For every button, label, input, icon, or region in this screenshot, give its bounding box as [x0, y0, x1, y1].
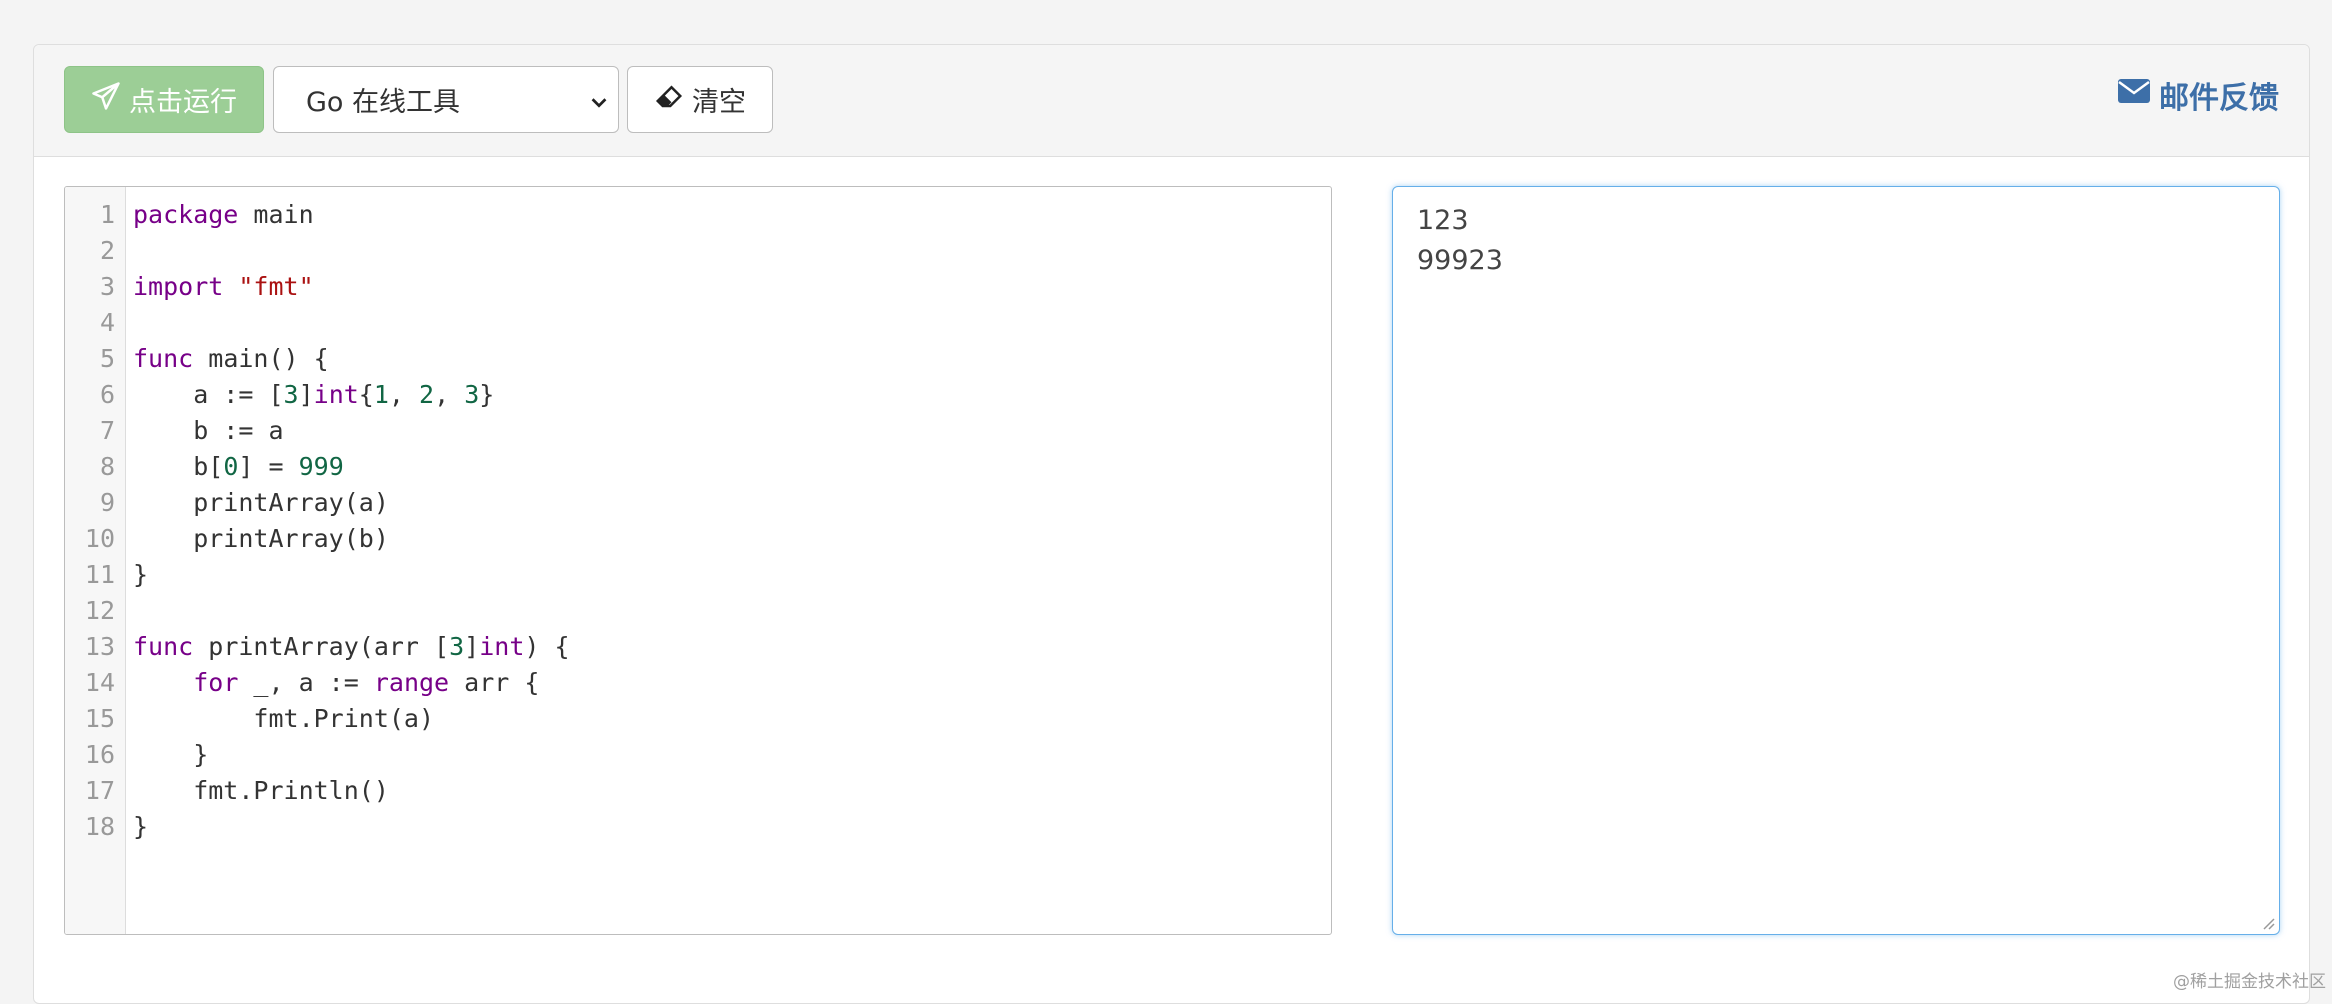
line-number: 5: [65, 341, 115, 377]
line-number: 17: [65, 773, 115, 809]
code-text: b[0] = 999: [133, 449, 344, 485]
code-line: 15 fmt.Print(a): [65, 701, 1331, 737]
envelope-icon: [2117, 76, 2151, 114]
code-line: 8 b[0] = 999: [65, 449, 1331, 485]
line-number: 6: [65, 377, 115, 413]
code-text: b := a: [133, 413, 284, 449]
code-text: package main: [133, 197, 314, 233]
output-line: 123: [1417, 201, 2255, 241]
code-line: 17 fmt.Println(): [65, 773, 1331, 809]
code-line: 11}: [65, 557, 1331, 593]
code-line: 3 import "fmt": [65, 269, 1331, 305]
line-number: 12: [65, 593, 115, 629]
code-line: 16 }: [65, 737, 1331, 773]
line-number: 2: [65, 233, 115, 269]
paper-plane-icon: [91, 81, 121, 118]
output-textarea[interactable]: 123 99923: [1392, 186, 2280, 935]
output-line: 99923: [1417, 241, 2255, 281]
code-line: 2: [65, 233, 1331, 269]
code-line: 4: [65, 305, 1331, 341]
line-number: 7: [65, 413, 115, 449]
code-line: 18}: [65, 809, 1331, 845]
code-line: 1 package main: [65, 197, 1331, 233]
line-number: 15: [65, 701, 115, 737]
line-number: 8: [65, 449, 115, 485]
line-number: 4: [65, 305, 115, 341]
clear-button[interactable]: 清空: [627, 66, 773, 133]
code-line: 12: [65, 593, 1331, 629]
run-button-label: 点击运行: [129, 80, 237, 119]
code-line: 10 printArray(b): [65, 521, 1331, 557]
language-select[interactable]: Go 在线工具: [273, 66, 619, 133]
line-number: 11: [65, 557, 115, 593]
code-text: func printArray(arr [3]int) {: [133, 629, 570, 665]
line-number: 13: [65, 629, 115, 665]
tool-panel: 点击运行 Go 在线工具 清空 邮件反馈 1 package main 23 impo…: [33, 44, 2310, 1004]
toolbar: 点击运行 Go 在线工具 清空 邮件反馈: [34, 45, 2309, 157]
code-text: a := [3]int{1, 2, 3}: [133, 377, 494, 413]
clear-button-label: 清空: [692, 80, 746, 119]
code-line: 14 for _, a := range arr {: [65, 665, 1331, 701]
eraser-icon: [654, 81, 684, 118]
email-feedback-label: 邮件反馈: [2159, 73, 2279, 117]
line-number: 10: [65, 521, 115, 557]
chevron-down-icon: [588, 89, 610, 111]
code-lines: 1 package main 23 import "fmt" 45 func main()…: [65, 197, 1331, 845]
code-text: }: [133, 557, 148, 593]
code-text: func main() {: [133, 341, 329, 377]
watermark: @稀土掘金技术社区: [2173, 967, 2326, 992]
code-line: 7 b := a: [65, 413, 1331, 449]
run-button[interactable]: 点击运行: [64, 66, 264, 133]
code-line: 13 func printArray(arr [3]int) {: [65, 629, 1331, 665]
email-feedback-link[interactable]: 邮件反馈: [2117, 73, 2279, 117]
line-number: 14: [65, 665, 115, 701]
line-number: 9: [65, 485, 115, 521]
line-number: 16: [65, 737, 115, 773]
code-text: }: [133, 809, 148, 845]
code-text: printArray(a): [133, 485, 389, 521]
code-line: 6 a := [3]int{1, 2, 3}: [65, 377, 1331, 413]
language-select-value: Go 在线工具: [306, 80, 460, 119]
code-text: fmt.Println(): [133, 773, 389, 809]
line-number: 3: [65, 269, 115, 305]
code-line: 5 func main() {: [65, 341, 1331, 377]
code-editor[interactable]: 1 package main 23 import "fmt" 45 func main()…: [64, 186, 1332, 935]
code-line: 9 printArray(a): [65, 485, 1331, 521]
code-text: }: [133, 737, 208, 773]
line-number: 18: [65, 809, 115, 845]
line-number: 1: [65, 197, 115, 233]
code-text: for _, a := range arr {: [133, 665, 539, 701]
code-text: printArray(b): [133, 521, 389, 557]
code-text: import "fmt": [133, 269, 314, 305]
resize-handle-icon[interactable]: [2259, 914, 2275, 930]
code-text: fmt.Print(a): [133, 701, 434, 737]
